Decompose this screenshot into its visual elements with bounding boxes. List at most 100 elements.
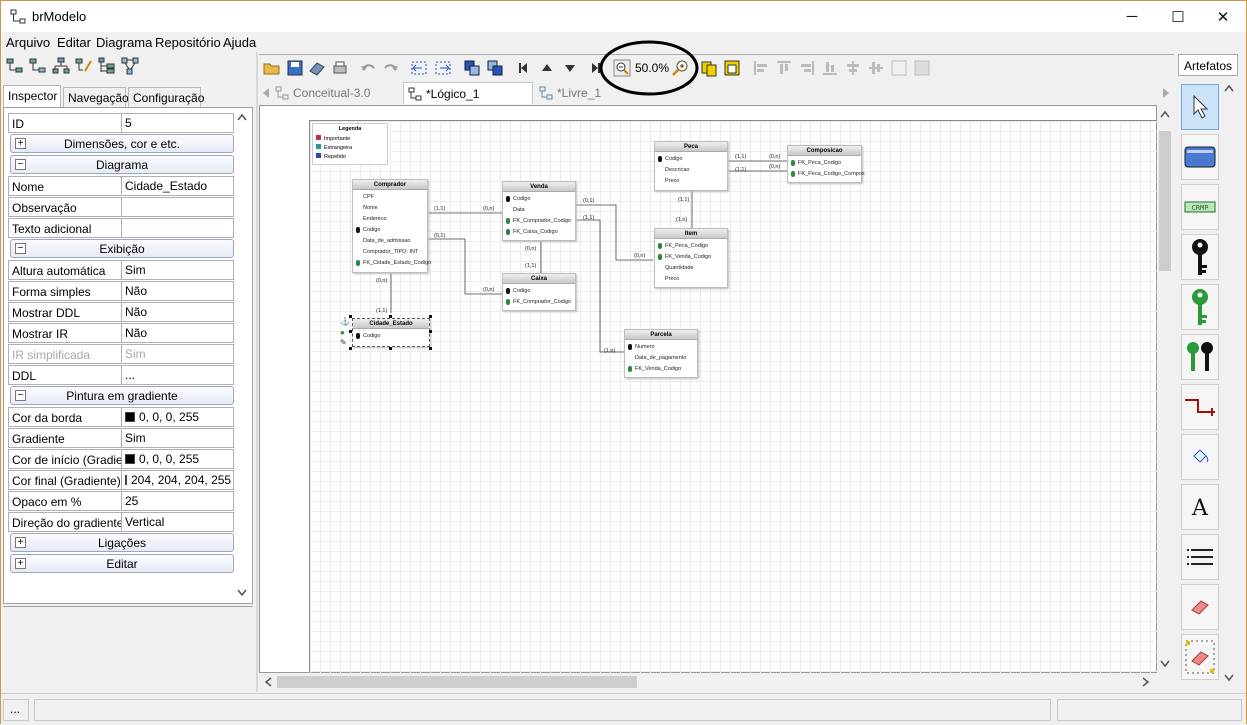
minimize-button[interactable]: ─ (1109, 1, 1155, 32)
copy-icon[interactable] (700, 59, 718, 77)
prop-value[interactable]: Não (121, 323, 234, 343)
entity-caixa[interactable]: Caixa Codigo FK_Comprador_Codigo (502, 273, 576, 311)
zoom-in-icon[interactable] (671, 59, 689, 77)
hierarchy-icon[interactable] (52, 57, 70, 75)
tabs-left-arrow-icon[interactable] (261, 86, 271, 100)
prop-value[interactable]: Sim (121, 260, 234, 280)
tree-icon[interactable] (6, 57, 24, 75)
group-exibicao[interactable]: − Exibição (6, 239, 234, 260)
menu-editar[interactable]: Editar (57, 35, 91, 50)
tree-expand-icon[interactable] (29, 57, 47, 75)
eraser-tool[interactable] (1181, 584, 1219, 630)
entity-item[interactable]: Item FK_Peca_Codigo FK_Venda_Codigo Quan… (654, 228, 728, 288)
entity-parcela[interactable]: Parcela Numero Data_de_pagamento FK_Vend… (624, 329, 698, 378)
canvas-vertical-scrollbar[interactable] (1157, 105, 1173, 673)
tab-inspector[interactable]: Inspector (3, 85, 61, 107)
table-tool[interactable] (1181, 134, 1219, 180)
prop-value[interactable]: Não (121, 302, 234, 322)
prop-value[interactable] (121, 197, 234, 217)
prop-value[interactable]: 0, 0, 0, 255 (121, 449, 234, 469)
pointer-tool[interactable] (1181, 84, 1219, 130)
collapse-icon[interactable]: − (15, 159, 26, 170)
prop-value[interactable]: 0, 0, 0, 255 (121, 407, 234, 427)
send-back-icon[interactable] (486, 59, 504, 77)
selection-eraser-tool[interactable] (1181, 634, 1219, 680)
bring-front-icon[interactable] (463, 59, 481, 77)
zoom-out-icon[interactable] (613, 59, 631, 77)
prop-value[interactable]: Cidade_Estado (121, 176, 234, 196)
network-icon[interactable] (121, 57, 139, 75)
diagram-viewport[interactable]: Legenda Importante Estrangeira Repetido (259, 105, 1158, 674)
tab-conceitual[interactable]: Conceitual-3.0 (271, 82, 401, 104)
down-icon[interactable] (561, 59, 579, 77)
tabs-right-arrow-icon[interactable] (1161, 86, 1171, 100)
select-left-icon[interactable] (410, 59, 428, 77)
tree-list-icon[interactable] (98, 57, 116, 75)
entity-composicao[interactable]: Composicao FK_Peca_Codigo FK_Peca_Codigo… (787, 145, 865, 183)
group-editar[interactable]: + Editar (6, 554, 234, 575)
group-ligacoes[interactable]: + Ligações (6, 533, 234, 554)
diagram-canvas[interactable]: Legenda Importante Estrangeira Repetido (309, 120, 1158, 674)
group-dimensoes[interactable]: + Dimensões, cor e etc. (6, 134, 234, 155)
prop-value[interactable]: ... (121, 365, 234, 385)
tab-navegacao[interactable]: Navegação (63, 87, 129, 107)
connect-icon[interactable]: ● (340, 328, 345, 337)
prop-value[interactable] (121, 218, 234, 238)
status-menu-button[interactable]: ... (3, 699, 29, 721)
scroll-down-icon[interactable] (236, 588, 248, 598)
primary-key-tool[interactable] (1181, 234, 1219, 280)
scroll-up-icon[interactable] (236, 112, 248, 122)
scroll-down-icon[interactable] (1223, 673, 1235, 683)
selection-handles[interactable] (347, 313, 437, 353)
save-icon[interactable] (286, 59, 304, 77)
list-tool[interactable] (1181, 534, 1219, 580)
menu-arquivo[interactable]: Arquivo (6, 35, 50, 50)
inspector-scrollbar[interactable] (234, 110, 250, 600)
collapse-icon[interactable]: − (15, 243, 26, 254)
undo-icon[interactable] (359, 59, 377, 77)
fill-color-tool[interactable] (1181, 434, 1219, 480)
maximize-button[interactable]: ☐ (1155, 1, 1201, 32)
menu-diagrama[interactable]: Diagrama (96, 35, 152, 50)
tab-livre[interactable]: *Livre_1 (535, 82, 665, 104)
expand-icon[interactable]: + (15, 558, 26, 569)
tab-logico[interactable]: *Lógico_1 (403, 82, 533, 104)
text-field-tool[interactable]: CRMP (1181, 184, 1219, 230)
scroll-left-icon[interactable] (263, 676, 273, 688)
canvas-horizontal-scrollbar[interactable] (259, 673, 1157, 691)
prop-value[interactable]: Vertical (121, 512, 234, 532)
scroll-thumb[interactable] (277, 676, 637, 688)
composite-key-tool[interactable] (1181, 334, 1219, 380)
edit-icon[interactable]: ✎ (340, 338, 347, 347)
scroll-thumb[interactable] (1159, 131, 1171, 271)
prop-value[interactable]: 25 (121, 491, 234, 511)
prop-value[interactable]: 5 (121, 113, 234, 133)
scroll-up-icon[interactable] (1159, 109, 1171, 119)
paste-icon[interactable] (723, 59, 741, 77)
edit-tree-icon[interactable] (75, 57, 93, 75)
relationship-line-tool[interactable] (1181, 384, 1219, 430)
group-pintura[interactable]: − Pintura em gradiente (6, 386, 234, 407)
scroll-down-icon[interactable] (1159, 659, 1171, 669)
up-icon[interactable] (538, 59, 556, 77)
print-icon[interactable] (331, 59, 349, 77)
first-icon[interactable] (515, 59, 533, 77)
expand-icon[interactable]: + (15, 537, 26, 548)
scroll-right-icon[interactable] (1141, 676, 1151, 688)
prop-value[interactable]: 204, 204, 204, 255 (121, 470, 234, 490)
collapse-icon[interactable]: − (15, 390, 26, 401)
entity-venda[interactable]: Venda Codigo Data FK_Comprador_Codigo FK… (502, 181, 576, 241)
prop-value[interactable]: Sim (121, 428, 234, 448)
text-tool[interactable]: A (1181, 484, 1219, 530)
save-as-icon[interactable] (308, 59, 326, 77)
select-right-icon[interactable] (434, 59, 452, 77)
group-diagrama[interactable]: − Diagrama (6, 155, 234, 176)
entity-comprador[interactable]: Comprador CPF Nome Endereco Codigo Data_… (352, 179, 431, 273)
tab-configuracao[interactable]: Configuração (128, 87, 204, 107)
menu-repositorio[interactable]: Repositório (155, 35, 221, 50)
anchor-icon[interactable]: ⚓ (340, 317, 350, 326)
entity-peca[interactable]: Peca Codigo Descricao Preco (654, 141, 728, 191)
expand-icon[interactable]: + (15, 138, 26, 149)
redo-icon[interactable] (382, 59, 400, 77)
scroll-up-icon[interactable] (1223, 83, 1235, 93)
